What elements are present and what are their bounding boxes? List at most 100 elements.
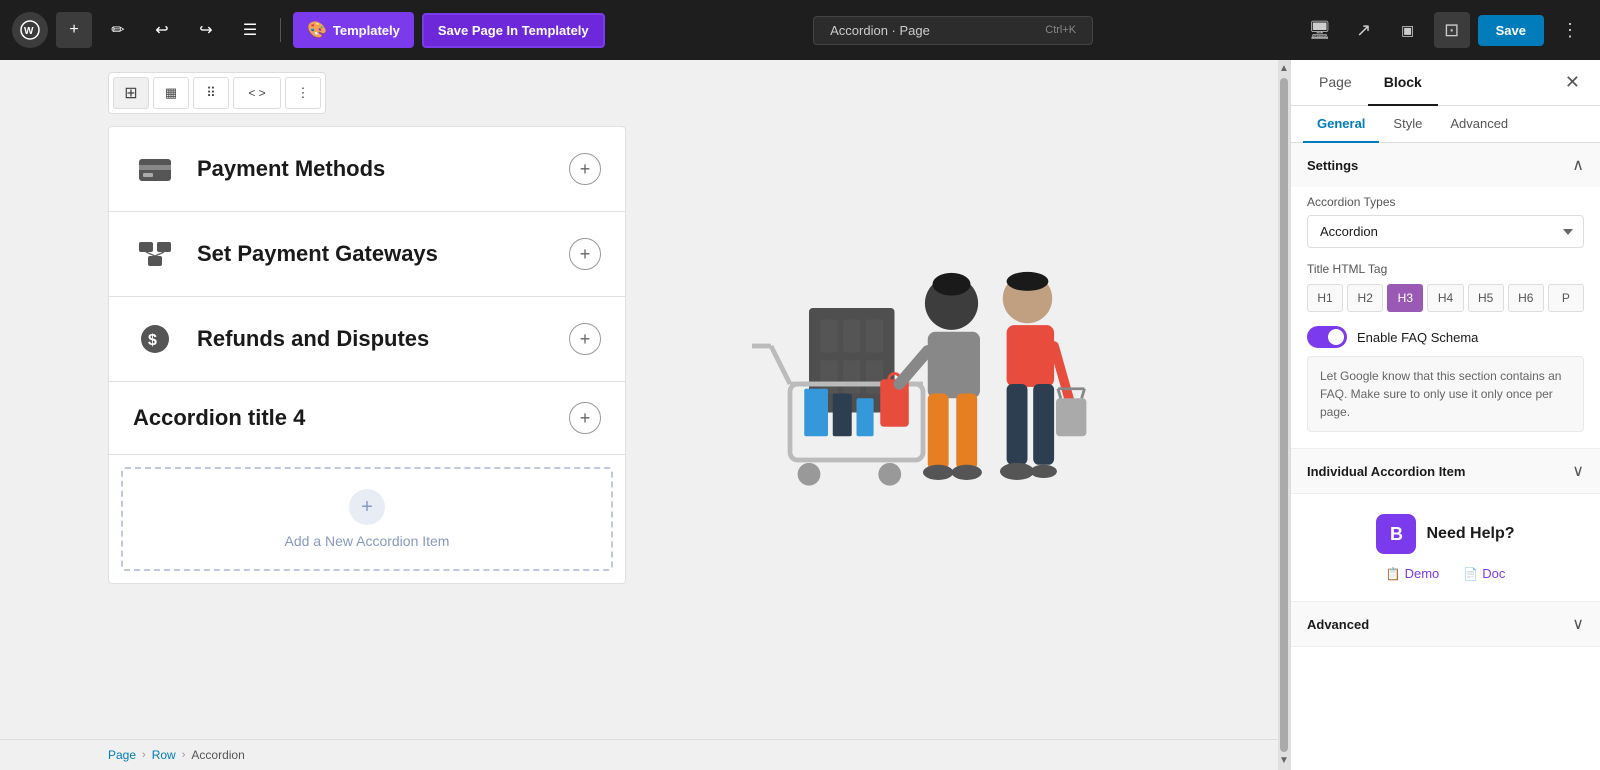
advanced-section: Advanced ∨ <box>1291 601 1600 647</box>
accordion-item-1-expand[interactable]: + <box>569 153 601 185</box>
settings-body: Accordion Types Accordion Title HTML Tag… <box>1291 187 1600 448</box>
html-tag-p[interactable]: P <box>1548 284 1584 312</box>
accordion-item-left: $ Refunds and Disputes <box>133 317 429 361</box>
breadcrumb-sep-1: › <box>142 749 146 761</box>
svg-text:$: $ <box>148 332 157 349</box>
breadcrumb: Page › Row › Accordion <box>0 739 1290 770</box>
accordion-item-3-expand[interactable]: + <box>569 323 601 355</box>
block-drag-button[interactable]: ⠿ <box>193 77 229 109</box>
undo-button[interactable]: ↩ <box>144 12 180 48</box>
tab-style[interactable]: Style <box>1379 106 1436 143</box>
html-tag-h6[interactable]: H6 <box>1508 284 1544 312</box>
html-tag-h3[interactable]: H3 <box>1387 284 1423 312</box>
html-tag-h4[interactable]: H4 <box>1427 284 1463 312</box>
scroll-track: ▲ ▼ <box>1278 60 1290 770</box>
doc-label: Doc <box>1482 566 1505 581</box>
accordion-item-4-title: Accordion title 4 <box>133 405 305 431</box>
block-type-button[interactable]: ⊞ <box>113 77 149 109</box>
menu-button[interactable]: ☰ <box>232 12 268 48</box>
enable-faq-toggle[interactable] <box>1307 326 1347 348</box>
illustration-area <box>626 126 1182 584</box>
toolbar-right: 🖥 ↗ ▣ ⊡ Save ⋮ <box>1302 12 1588 48</box>
settings-chevron-icon: ∧ <box>1572 155 1584 175</box>
sidebar-toggle-button[interactable]: ⊡ <box>1434 12 1470 48</box>
demo-link[interactable]: 📋 Demo <box>1386 566 1440 581</box>
breadcrumb-page[interactable]: Page <box>108 748 136 762</box>
add-new-plus-icon: + <box>349 489 385 525</box>
tab-block[interactable]: Block <box>1368 60 1438 106</box>
wp-logo[interactable]: W <box>12 12 48 48</box>
toolbar: W + ✏ ↩ ↪ ☰ 🎨 Templately Save Page In Te… <box>0 0 1600 60</box>
need-help-header: B Need Help? <box>1376 514 1514 554</box>
accordion-item[interactable]: Payment Methods + <box>109 127 625 212</box>
advanced-chevron-icon: ∨ <box>1572 614 1584 634</box>
accordion-types-label: Accordion Types <box>1307 195 1584 209</box>
individual-accordion-header[interactable]: Individual Accordion Item ∨ <box>1291 449 1600 493</box>
individual-accordion-title: Individual Accordion Item <box>1307 464 1465 479</box>
templately-button[interactable]: 🎨 Templately <box>293 12 414 48</box>
payment-methods-icon <box>133 147 177 191</box>
breadcrumb-row[interactable]: Row <box>152 748 176 762</box>
html-tag-h1[interactable]: H1 <box>1307 284 1343 312</box>
scroll-down-button[interactable]: ▼ <box>1279 756 1289 766</box>
pen-button[interactable]: ✏ <box>100 12 136 48</box>
shortcut-label: Ctrl+K <box>1045 24 1076 36</box>
html-tag-h2[interactable]: H2 <box>1347 284 1383 312</box>
block-more-button[interactable]: ⋮ <box>285 77 321 109</box>
svg-text:W: W <box>24 26 34 37</box>
desktop-view-button[interactable]: 🖥 <box>1302 12 1338 48</box>
accordion-type-select[interactable]: Accordion <box>1307 215 1584 248</box>
breadcrumb-sep-2: › <box>182 749 186 761</box>
external-link-button[interactable]: ↗ <box>1346 12 1382 48</box>
breadcrumb-accordion[interactable]: Accordion <box>191 748 244 762</box>
scroll-up-button[interactable]: ▲ <box>1279 64 1289 74</box>
need-help-links: 📋 Demo 📄 Doc <box>1386 566 1506 581</box>
demo-label: Demo <box>1405 566 1440 581</box>
accordion-widget: Payment Methods + <box>108 126 626 584</box>
add-new-accordion-item[interactable]: + Add a New Accordion Item <box>121 467 613 571</box>
save-button[interactable]: Save <box>1478 15 1544 46</box>
html-tag-h5[interactable]: H5 <box>1468 284 1504 312</box>
accordion-item-1-title: Payment Methods <box>197 156 385 182</box>
toolbar-center: Accordion · Page Ctrl+K <box>613 16 1294 45</box>
scroll-thumb[interactable] <box>1280 78 1288 752</box>
demo-icon: 📋 <box>1386 567 1401 581</box>
individual-accordion-section: Individual Accordion Item ∨ <box>1291 449 1600 494</box>
accordion-item[interactable]: Accordion title 4 + <box>109 382 625 455</box>
tab-general[interactable]: General <box>1303 106 1379 143</box>
accordion-item[interactable]: $ Refunds and Disputes + <box>109 297 625 382</box>
block-align-button[interactable]: ▦ <box>153 77 189 109</box>
illustration <box>714 194 1094 517</box>
refunds-icon: $ <box>133 317 177 361</box>
separator <box>280 18 281 42</box>
block-chevron-button[interactable]: < > <box>233 77 281 109</box>
blocks-button[interactable]: ▣ <box>1390 12 1426 48</box>
faq-note: Let Google know that this section contai… <box>1307 356 1584 432</box>
page-name: Accordion · Page <box>830 23 930 38</box>
templately-label: Templately <box>333 23 400 38</box>
advanced-section-header[interactable]: Advanced ∨ <box>1291 602 1600 646</box>
editor-area: ⊞ ▦ ⠿ < > ⋮ <box>0 60 1290 739</box>
close-panel-button[interactable]: ✕ <box>1557 68 1588 97</box>
accordion-item[interactable]: Set Payment Gateways + <box>109 212 625 297</box>
settings-title: Settings <box>1307 158 1358 173</box>
doc-link[interactable]: 📄 Doc <box>1463 566 1505 581</box>
save-templately-button[interactable]: Save Page In Templately <box>422 13 605 48</box>
block-toolbar-row: ⊞ ▦ ⠿ < > ⋮ <box>0 60 1290 126</box>
accordion-item-2-expand[interactable]: + <box>569 238 601 270</box>
gateways-icon <box>133 232 177 276</box>
add-button[interactable]: + <box>56 12 92 48</box>
settings-section-header[interactable]: Settings ∧ <box>1291 143 1600 187</box>
tab-page[interactable]: Page <box>1303 60 1368 106</box>
toggle-knob <box>1328 329 1344 345</box>
redo-button[interactable]: ↪ <box>188 12 224 48</box>
add-new-label: Add a New Accordion Item <box>285 533 450 549</box>
accordion-item-left: Accordion title 4 <box>133 405 305 431</box>
page-name-bar[interactable]: Accordion · Page Ctrl+K <box>813 16 1093 45</box>
more-options-button[interactable]: ⋮ <box>1552 12 1588 48</box>
settings-tabs: General Style Advanced <box>1291 106 1600 143</box>
accordion-item-4-expand[interactable]: + <box>569 402 601 434</box>
canvas: Payment Methods + <box>0 126 1290 624</box>
templately-icon: 🎨 <box>307 20 327 40</box>
tab-advanced[interactable]: Advanced <box>1436 106 1522 143</box>
